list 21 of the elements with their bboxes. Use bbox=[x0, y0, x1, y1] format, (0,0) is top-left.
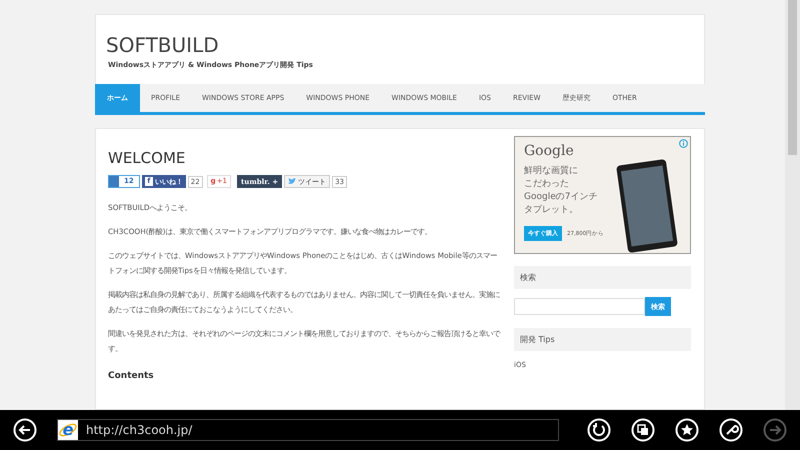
back-button[interactable] bbox=[13, 418, 37, 442]
scrollbar[interactable] bbox=[785, 0, 800, 410]
scrollbar-thumb[interactable] bbox=[788, 0, 797, 155]
ad-copy-line: 鮮明な画質に bbox=[524, 165, 579, 178]
ad-copy-line: タブレット。 bbox=[524, 204, 579, 217]
url-text: http://ch3cooh.jp/ bbox=[86, 423, 192, 437]
ad-brand: Google bbox=[524, 143, 575, 159]
widget-title: 開発 Tips bbox=[514, 328, 691, 351]
site-title[interactable]: SOFTBUILD bbox=[106, 33, 694, 57]
ad-copy-line: Googleの7インチ bbox=[524, 191, 598, 204]
article-heading: WELCOME bbox=[108, 149, 186, 167]
refresh-button[interactable] bbox=[587, 418, 611, 442]
tabs-button[interactable] bbox=[631, 418, 655, 442]
favorites-button[interactable] bbox=[675, 418, 699, 442]
settings-button[interactable] bbox=[719, 418, 743, 442]
bookmark-icon bbox=[109, 176, 119, 187]
search-field[interactable] bbox=[514, 298, 645, 315]
widget-title: 検索 bbox=[514, 266, 691, 289]
section-heading: Contents bbox=[108, 371, 155, 381]
ad-copy-line: こだわった bbox=[524, 178, 570, 191]
bird-icon bbox=[288, 178, 296, 185]
